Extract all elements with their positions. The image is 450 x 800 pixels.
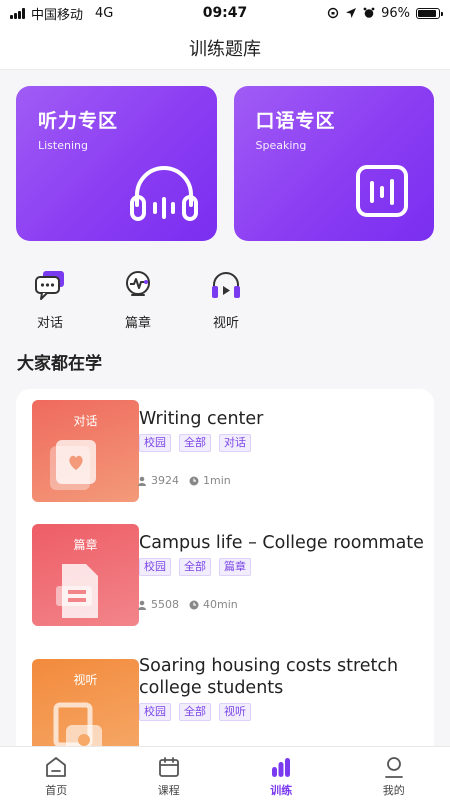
learner-count: 3924 [151, 474, 179, 487]
thumbnail-badge: 篇章 [73, 538, 98, 552]
status-bar: 中国移动 4G 09:47 96% [0, 0, 450, 26]
battery-percent: 96% [381, 5, 410, 21]
course-meta: 3924 1min [137, 474, 231, 487]
pulse-bubble-icon [126, 271, 150, 296]
tag[interactable]: 篇章 [219, 558, 251, 576]
battery-icon [416, 7, 443, 19]
listening-zone-card[interactable]: 听力专区 Listening [16, 86, 217, 241]
person-icon [138, 600, 146, 610]
clock-icon [189, 476, 199, 485]
location-icon [346, 8, 357, 18]
course-title: Soaring housing costs stretch college st… [139, 656, 399, 698]
tag[interactable]: 视听 [219, 703, 251, 721]
duration: 40min [203, 598, 238, 611]
duration: 1min [203, 474, 231, 487]
nav-bar: 训练题库 [0, 26, 450, 70]
course-item[interactable]: 篇章 Campus life – College roommate 校园 全部 … [32, 524, 424, 628]
thumbnail-badge: 对话 [73, 414, 98, 428]
zone-title: 口语专区 [255, 110, 336, 132]
zone-title: 听力专区 [38, 110, 119, 132]
voice-wave-icon [356, 165, 408, 217]
headphones-icon [129, 166, 198, 221]
tab-training[interactable]: 训练 [225, 747, 338, 800]
alarm-icon [363, 7, 375, 18]
course-title: Writing center [139, 409, 264, 429]
clock-icon [189, 600, 199, 609]
course-thumbnail: 篇章 [32, 524, 139, 626]
person-icon [138, 476, 146, 486]
tag[interactable]: 全部 [179, 434, 211, 452]
tab-bar: 首页 课程 训练 我的 [0, 746, 450, 800]
course-title: Campus life – College roommate [139, 533, 424, 553]
tab-label: 我的 [382, 784, 405, 797]
thumbnail-badge: 视听 [73, 673, 98, 687]
category-row: 对话 篇章 视听 [30, 268, 246, 331]
carrier-name: 中国移动 [31, 7, 84, 23]
page-title: 训练题库 [189, 38, 261, 60]
tab-courses[interactable]: 课程 [113, 747, 226, 800]
course-thumbnail: 视听 [32, 659, 139, 759]
speaking-zone-card[interactable]: 口语专区 Speaking [233, 86, 434, 241]
signal-icon [10, 7, 25, 19]
category-audiovisual[interactable]: 视听 [206, 268, 246, 331]
tag[interactable]: 校园 [139, 434, 171, 452]
section-title: 大家都在学 [17, 354, 102, 374]
network-type: 4G [95, 5, 114, 21]
course-list: 对话 Writing center 校园 全部 对话 3924 1min 篇章 [16, 389, 434, 759]
zone-cards: 听力专区 Listening 口语专区 Speaking [16, 86, 434, 241]
category-label: 对话 [36, 316, 63, 331]
tag-list: 校园 全部 对话 [139, 434, 251, 452]
status-left: 中国移动 4G [10, 4, 113, 23]
user-icon [384, 757, 403, 778]
category-label: 篇章 [124, 316, 151, 331]
headphone-play-icon [212, 272, 240, 298]
chat-bubbles-icon [35, 271, 64, 300]
course-meta: 5508 40min [137, 598, 238, 611]
heart-note-icon [50, 440, 96, 490]
category-dialogue[interactable]: 对话 [30, 268, 70, 331]
tag[interactable]: 全部 [179, 558, 211, 576]
course-thumbnail: 对话 [32, 400, 139, 502]
tag[interactable]: 对话 [219, 434, 251, 452]
tag-list: 校园 全部 视听 [139, 703, 251, 721]
zone-subtitle: Listening [38, 139, 88, 152]
tag[interactable]: 校园 [139, 703, 171, 721]
tag-list: 校园 全部 篇章 [139, 558, 251, 576]
course-item[interactable]: 视听 Soaring housing costs stretch college… [32, 656, 422, 759]
course-item[interactable]: 对话 Writing center 校园 全部 对话 3924 1min [32, 400, 422, 504]
tab-label: 课程 [157, 784, 180, 797]
learner-count: 5508 [151, 598, 179, 611]
home-icon [46, 757, 67, 777]
zone-subtitle: Speaking [255, 139, 307, 152]
tag[interactable]: 全部 [179, 703, 211, 721]
tab-profile[interactable]: 我的 [338, 747, 450, 800]
bar-chart-icon [272, 758, 291, 777]
rotation-lock-icon [327, 7, 339, 19]
tab-label: 首页 [45, 784, 68, 797]
document-icon [56, 564, 98, 618]
tab-home[interactable]: 首页 [0, 747, 113, 800]
tab-label: 训练 [270, 784, 293, 797]
calendar-icon [158, 757, 179, 777]
category-label: 视听 [212, 316, 239, 331]
status-right: 96% [327, 5, 443, 21]
category-passage[interactable]: 篇章 [118, 268, 158, 331]
tag[interactable]: 校园 [139, 558, 171, 576]
